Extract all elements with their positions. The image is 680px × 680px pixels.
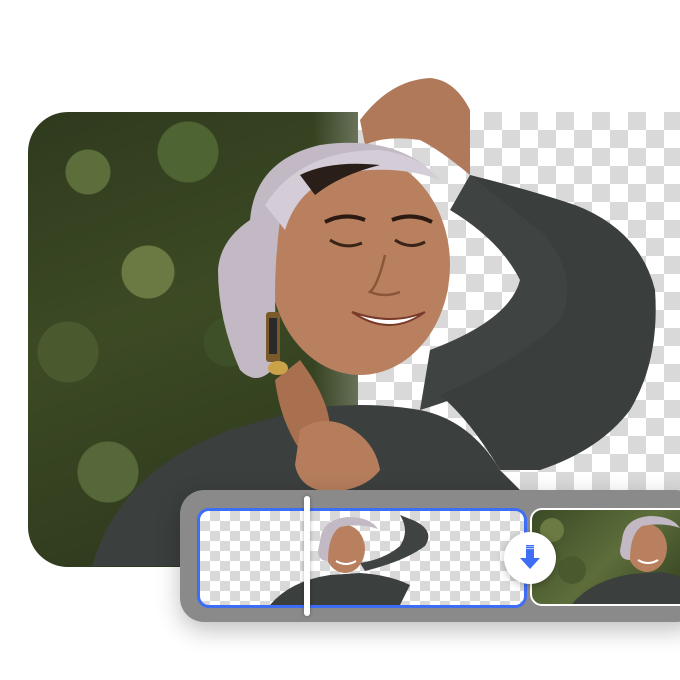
download-button[interactable]	[504, 532, 556, 584]
comparison-slider-handle[interactable]	[304, 496, 310, 616]
arrow-down-icon	[520, 545, 540, 569]
thumbnail-portrait	[270, 515, 429, 605]
thumbnail-background-removed[interactable]	[197, 508, 527, 608]
